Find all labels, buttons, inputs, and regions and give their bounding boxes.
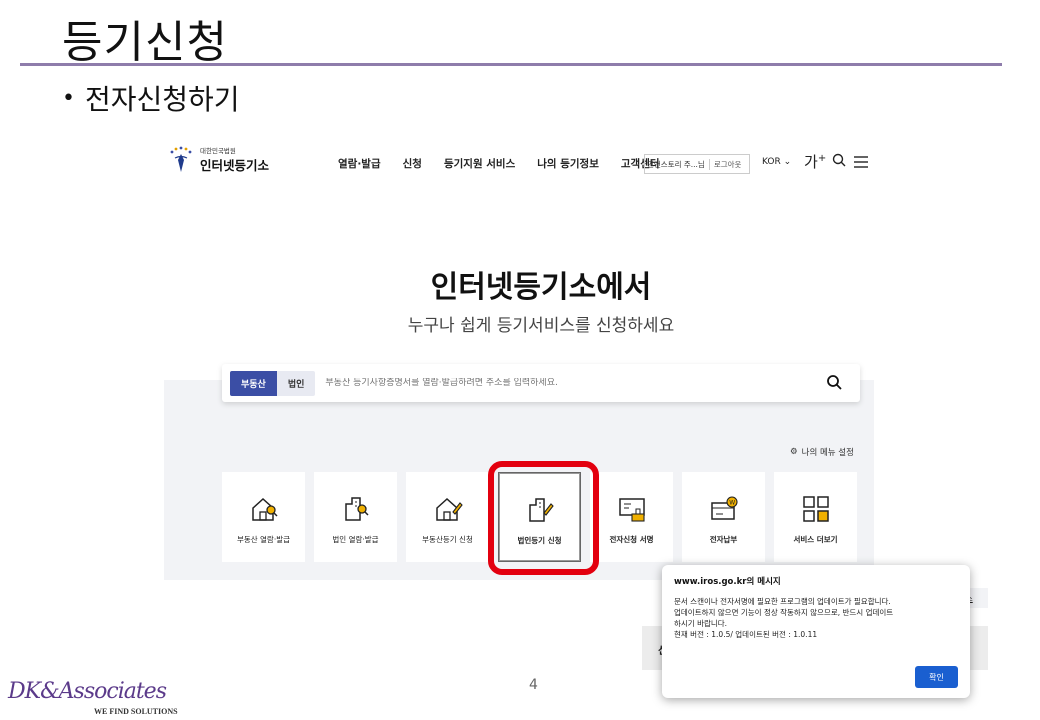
slide-title: 등기신청: [62, 17, 228, 68]
gear-icon: ⚙: [790, 447, 798, 457]
tile-label: 서비스 더보기: [793, 535, 838, 544]
highlight-box: [488, 461, 599, 575]
company-logo: DK&Associates: [8, 679, 167, 704]
tile-label: 부동산등기 신청: [422, 535, 473, 544]
dialog-message-line: 현재 버전 : 1.0.5/ 업데이트된 버전 : 1.0.11: [674, 630, 818, 639]
page-number: 4: [529, 677, 538, 693]
hamburger-menu-icon[interactable]: [854, 153, 868, 172]
my-menu-setting-link[interactable]: ⚙ 나의 메뉴 설정: [790, 446, 854, 458]
hero-subtitle: 누구나 쉽게 등기서비스를 신청하세요: [407, 316, 675, 336]
chevron-down-icon: ⌄: [783, 157, 792, 167]
user-box: 인앤스토리 주...님 로그아웃: [644, 154, 750, 174]
site-header: 대한민국법원 인터넷등기소 열람·발급 신청 등기지원 서비스 나의 등기정보 …: [166, 140, 876, 182]
main-nav: 열람·발급 신청 등기지원 서비스 나의 등기정보 고객센터: [338, 156, 660, 171]
house-edit-icon: [433, 494, 463, 524]
grid-icon: [801, 494, 831, 524]
language-label: KOR: [762, 157, 781, 167]
nav-item-apply[interactable]: 신청: [403, 156, 422, 171]
court-emblem-icon: [166, 144, 196, 174]
hero-title: 인터넷등기소에서: [430, 270, 652, 305]
tile-label: 전자신청 서명: [609, 535, 654, 544]
site-logo[interactable]: 대한민국법원 인터넷등기소: [166, 144, 269, 174]
tile-label: 부동산 열람·발급: [236, 535, 291, 544]
search-type-toggle: 부동산 법인: [230, 370, 316, 396]
logo-title: 인터넷등기소: [200, 157, 270, 173]
dialog-message-line: 하시기 바랍니다.: [674, 619, 728, 628]
svg-text:W: W: [729, 500, 735, 507]
search-icon[interactable]: [832, 152, 846, 171]
alert-dialog: www.iros.go.kr의 메시지 문서 스캔이나 전자서명에 필요한 프로…: [662, 565, 970, 698]
dialog-ok-button[interactable]: 확인: [915, 666, 958, 688]
nav-item-view-issue[interactable]: 열람·발급: [338, 156, 381, 171]
language-select[interactable]: KOR ⌄: [762, 157, 791, 167]
my-menu-setting-label: 나의 메뉴 설정: [801, 448, 854, 458]
nav-item-my-info[interactable]: 나의 등기정보: [537, 156, 599, 171]
dialog-message-line: 업데이트하지 않으면 기능이 정상 작동하지 않으므로, 반드시 업데이트: [674, 608, 894, 617]
search-input[interactable]: [325, 378, 786, 388]
sign-icon: [617, 494, 647, 524]
bullet-item: • 전자신청하기: [62, 78, 240, 118]
search-icon[interactable]: [826, 374, 842, 394]
font-size-label: 가: [804, 153, 818, 171]
dialog-message-line: 문서 스캔이나 전자서명에 필요한 프로그램의 업데이트가 필요합니다.: [674, 597, 891, 606]
tile-e-sign[interactable]: 전자신청 서명: [590, 472, 673, 562]
tile-corporation-view[interactable]: 법인 열람·발급: [314, 472, 397, 562]
dialog-title: www.iros.go.kr의 메시지: [674, 577, 781, 587]
tab-corporation[interactable]: 법인: [276, 370, 316, 396]
user-name: 인앤스토리 주...님: [645, 158, 710, 170]
payment-icon: W: [709, 494, 739, 524]
tile-real-estate-apply[interactable]: 부동산등기 신청: [406, 472, 489, 562]
nav-item-support[interactable]: 등기지원 서비스: [444, 156, 515, 171]
logout-button[interactable]: 로그아웃: [710, 159, 746, 170]
tile-label: 전자납부: [709, 535, 738, 544]
company-tagline: WE FIND SOLUTIONS: [94, 707, 178, 716]
title-divider: [20, 63, 1002, 66]
tile-real-estate-view[interactable]: 부동산 열람·발급: [222, 472, 305, 562]
building-search-icon: [341, 494, 371, 524]
bullet-text: 전자신청하기: [84, 83, 240, 116]
logo-subtitle: 대한민국법원: [200, 146, 236, 155]
search-bar: 부동산 법인: [222, 364, 860, 402]
font-size-plus: +: [817, 153, 827, 164]
tile-label: 법인 열람·발급: [332, 535, 379, 544]
tile-more-services[interactable]: 서비스 더보기: [774, 472, 857, 562]
tile-e-payment[interactable]: W 전자납부: [682, 472, 765, 562]
house-search-icon: [249, 494, 279, 524]
font-size-button[interactable]: 가+: [804, 151, 826, 172]
bullet-dot: •: [62, 85, 75, 111]
tab-real-estate[interactable]: 부동산: [230, 370, 277, 396]
